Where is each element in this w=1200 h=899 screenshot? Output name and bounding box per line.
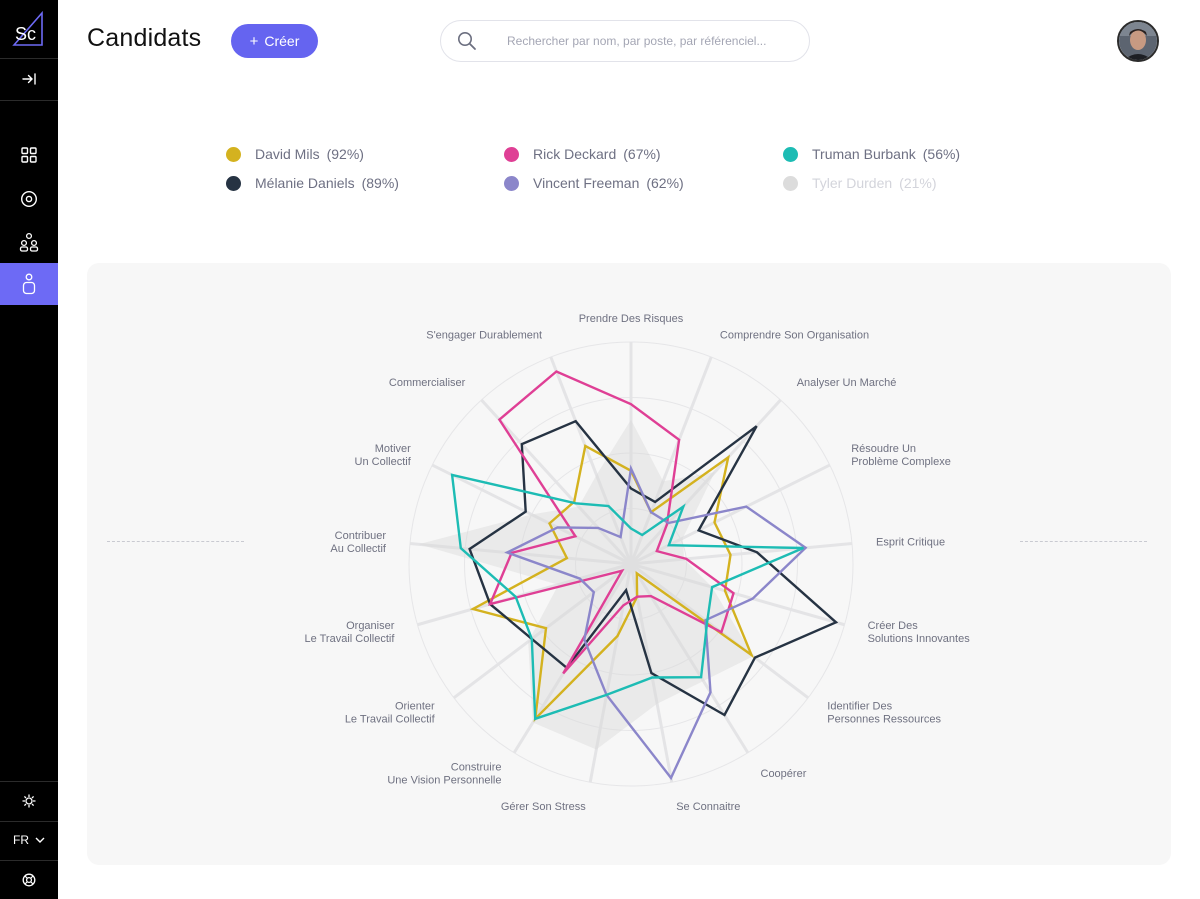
- legend-name: Truman Burbank: [812, 146, 916, 162]
- axis-label: Créer Des Solutions Innovantes: [868, 620, 971, 645]
- chart-legend: David Mils (92%) Mélanie Daniels (89%) Rick …: [226, 146, 986, 206]
- legend-color-dot: [783, 146, 798, 162]
- sidebar-collapse-button[interactable]: [0, 58, 58, 100]
- sidebar-item-candidates[interactable]: [0, 263, 58, 305]
- axis-label: Organiser Le Travail Collectif: [305, 620, 396, 645]
- grid-icon: [21, 147, 37, 163]
- avatar[interactable]: [1117, 20, 1159, 62]
- axis-label: S'engager Durablement: [426, 330, 542, 342]
- sidebar-item-target[interactable]: [0, 178, 58, 220]
- sidebar-divider: [0, 100, 58, 101]
- legend-item[interactable]: Rick Deckard (67%): [504, 146, 661, 162]
- legend-name: David Mils: [255, 146, 320, 162]
- sidebar-support-button[interactable]: [0, 860, 58, 899]
- legend-score: (56%): [922, 146, 961, 162]
- axis-label: Construire Une Vision Personnelle: [387, 762, 501, 787]
- axis-label: Se Connaitre: [676, 801, 740, 813]
- legend-score: (92%): [326, 146, 364, 162]
- axis-label: Orienter Le Travail Collectif: [345, 701, 436, 726]
- legend-item[interactable]: David Mils (92%): [226, 146, 364, 162]
- search-bar[interactable]: [440, 20, 810, 62]
- legend-name: Rick Deckard: [533, 146, 617, 162]
- legend-color-dot: [783, 175, 798, 191]
- axis-label: Prendre Des Risques: [579, 313, 684, 325]
- legend-score: (67%): [623, 146, 661, 162]
- axis-label: Motiver Un Collectif: [355, 443, 412, 468]
- chevron-down-icon: [35, 837, 45, 843]
- logo-mark: Sc: [12, 10, 43, 46]
- create-button-label: Créer: [264, 33, 300, 49]
- legend-color-dot: [226, 146, 241, 162]
- dashed-divider-left: [107, 541, 244, 542]
- axis-label: Identifier Des Personnes Ressources: [827, 701, 941, 726]
- legend-color-dot: [504, 146, 519, 162]
- chart-panel: Prendre Des Risques Comprendre Son Organi…: [87, 263, 1171, 865]
- legend-name: Mélanie Daniels: [255, 175, 355, 191]
- legend-score: (62%): [646, 175, 684, 191]
- sidebar: Sc FR: [0, 0, 58, 899]
- legend-item[interactable]: Truman Burbank (56%): [783, 146, 960, 162]
- legend-item[interactable]: Tyler Durden (21%): [783, 175, 937, 191]
- legend-color-dot: [226, 175, 241, 191]
- sidebar-item-dashboard[interactable]: [0, 134, 58, 176]
- legend-item[interactable]: Mélanie Daniels (89%): [226, 175, 399, 191]
- search-input[interactable]: [507, 30, 797, 52]
- legend-score: (89%): [361, 175, 399, 191]
- plus-icon: +: [249, 32, 259, 50]
- collapse-arrow-icon: [22, 73, 36, 85]
- dashed-divider-right: [1020, 541, 1147, 542]
- axis-label: Coopérer: [761, 768, 807, 780]
- legend-score: (21%): [899, 175, 937, 191]
- sidebar-item-team[interactable]: [0, 221, 58, 263]
- axis-label: Commercialiser: [389, 377, 466, 389]
- legend-name: Vincent Freeman: [533, 175, 640, 191]
- person-icon: [22, 273, 36, 295]
- create-candidate-button[interactable]: + Créer: [231, 24, 318, 58]
- radar-chart: Prendre Des Risques Comprendre Son Organi…: [305, 313, 971, 813]
- target-icon: [20, 190, 38, 208]
- language-selector[interactable]: FR: [0, 820, 58, 860]
- axis-label: Résoudre Un Problème Complexe: [851, 443, 951, 468]
- axis-label: Esprit Critique: [876, 536, 945, 548]
- lifebuoy-icon: [22, 873, 36, 886]
- legend-color-dot: [504, 175, 519, 191]
- user-avatar-image: [1119, 22, 1157, 60]
- logo-text: Sc: [15, 24, 36, 44]
- axis-label: Analyser Un Marché: [797, 377, 897, 389]
- team-icon: [19, 232, 39, 252]
- axis-label: Gérer Son Stress: [501, 801, 586, 813]
- gear-icon: [22, 794, 36, 808]
- axis-label: Comprendre Son Organisation: [720, 330, 869, 342]
- page-title: Candidats: [87, 24, 202, 52]
- sidebar-settings-button[interactable]: [0, 781, 58, 821]
- legend-name: Tyler Durden: [812, 175, 893, 191]
- legend-item[interactable]: Vincent Freeman (62%): [504, 175, 684, 191]
- search-icon: [458, 32, 476, 50]
- axis-label: Contribuer Au Collectif: [330, 530, 387, 555]
- app-logo[interactable]: Sc: [0, 0, 58, 58]
- language-label: FR: [13, 833, 29, 847]
